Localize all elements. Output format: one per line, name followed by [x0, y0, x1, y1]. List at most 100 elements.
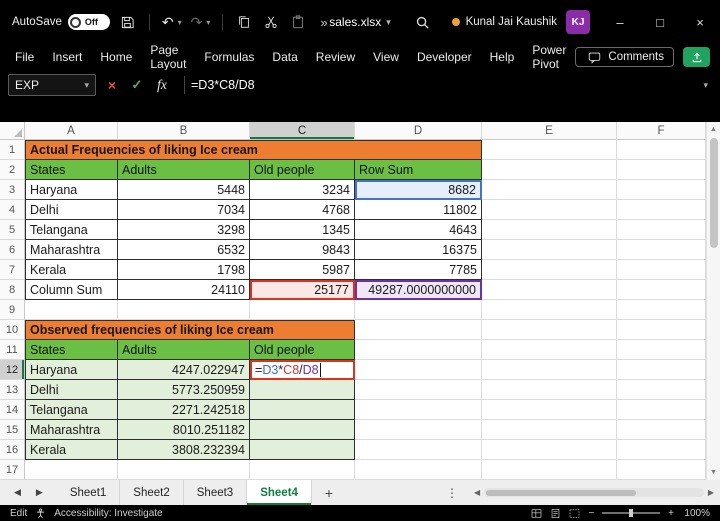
- row-header-1[interactable]: 1: [0, 140, 25, 160]
- name-box-dropdown-icon[interactable]: ▾: [84, 80, 89, 91]
- copy-icon[interactable]: [235, 12, 253, 32]
- cell-C3[interactable]: 3234: [250, 180, 355, 200]
- page-break-view-icon[interactable]: [569, 508, 580, 519]
- cell-D3[interactable]: 8682: [355, 180, 482, 200]
- column-header-e[interactable]: E: [482, 122, 617, 140]
- undo-button[interactable]: ↶: [162, 15, 174, 29]
- cell-F9[interactable]: [617, 300, 706, 320]
- cell-C7[interactable]: 5987: [250, 260, 355, 280]
- cell-C11[interactable]: Old people: [250, 340, 355, 360]
- cell-E13[interactable]: [482, 380, 617, 400]
- scroll-up-icon[interactable]: ▲: [710, 125, 717, 134]
- cell-E7[interactable]: [482, 260, 617, 280]
- paste-icon[interactable]: [289, 12, 307, 32]
- close-button[interactable]: ×: [680, 0, 720, 44]
- cut-icon[interactable]: [262, 12, 280, 32]
- formula-input[interactable]: =D3*C8/D8: [191, 70, 699, 100]
- cell-C9[interactable]: [250, 300, 355, 320]
- cell-B6[interactable]: 6532: [118, 240, 250, 260]
- cell-A11[interactable]: States: [25, 340, 118, 360]
- cell-F5[interactable]: [617, 220, 706, 240]
- more-commands-icon[interactable]: »: [320, 15, 327, 30]
- row-header-17[interactable]: 17: [0, 460, 25, 480]
- row-header-10[interactable]: 10: [0, 320, 25, 340]
- maximize-button[interactable]: □: [640, 0, 680, 44]
- cancel-button[interactable]: ×: [101, 74, 123, 96]
- zoom-level[interactable]: 100%: [682, 508, 710, 519]
- vertical-scrollbar[interactable]: ▲ ▼: [706, 122, 720, 480]
- row-header-16[interactable]: 16: [0, 440, 25, 460]
- cell-E2[interactable]: [482, 160, 617, 180]
- cell-E8[interactable]: [482, 280, 617, 300]
- formula-bar-expand-icon[interactable]: ▾: [699, 80, 712, 91]
- cell-F10[interactable]: [617, 320, 706, 340]
- cell-D2[interactable]: Row Sum: [355, 160, 482, 180]
- cell-D8[interactable]: 49287.0000000000: [355, 280, 482, 300]
- cell-B14[interactable]: 2271.242518: [118, 400, 250, 420]
- cell-D17[interactable]: [355, 460, 482, 480]
- cell-F1[interactable]: [617, 140, 706, 160]
- document-title-menu[interactable]: sales.xlsx ▾: [329, 0, 391, 44]
- sheet-tab-sheet3[interactable]: Sheet3: [184, 480, 248, 505]
- cell-F3[interactable]: [617, 180, 706, 200]
- zoom-out-icon[interactable]: −: [588, 508, 594, 519]
- cell-D4[interactable]: 11802: [355, 200, 482, 220]
- scroll-down-icon[interactable]: ▼: [710, 468, 717, 477]
- redo-dropdown-icon[interactable]: ▾: [206, 18, 210, 27]
- cell-E1[interactable]: [482, 140, 617, 160]
- column-header-f[interactable]: F: [617, 122, 706, 140]
- cell-E10[interactable]: [482, 320, 617, 340]
- hscroll-right-icon[interactable]: ▶: [708, 488, 714, 497]
- sheet-tab-sheet1[interactable]: Sheet1: [57, 480, 121, 505]
- zoom-slider-knob[interactable]: [629, 509, 634, 517]
- ribbon-tab-view[interactable]: View: [364, 44, 408, 70]
- ribbon-tab-developer[interactable]: Developer: [408, 44, 481, 70]
- cell-E15[interactable]: [482, 420, 617, 440]
- cell-E12[interactable]: [482, 360, 617, 380]
- ribbon-tab-help[interactable]: Help: [481, 44, 524, 70]
- cell-D14[interactable]: [355, 400, 482, 420]
- cell-A12[interactable]: Haryana: [25, 360, 118, 380]
- column-header-c[interactable]: C: [250, 122, 355, 140]
- cell-D15[interactable]: [355, 420, 482, 440]
- cell-B12[interactable]: 4247.022947: [118, 360, 250, 380]
- cell-F12[interactable]: [617, 360, 706, 380]
- cell-B3[interactable]: 5448: [118, 180, 250, 200]
- cell-E4[interactable]: [482, 200, 617, 220]
- cell-A16[interactable]: Kerala: [25, 440, 118, 460]
- row-header-5[interactable]: 5: [0, 220, 25, 240]
- cell-F13[interactable]: [617, 380, 706, 400]
- column-header-a[interactable]: A: [25, 122, 118, 140]
- sheet-nav-right-icon[interactable]: ▶: [36, 487, 43, 498]
- cell-B5[interactable]: 3298: [118, 220, 250, 240]
- cell-D12[interactable]: [355, 360, 482, 380]
- cell-A14[interactable]: Telangana: [25, 400, 118, 420]
- row-header-7[interactable]: 7: [0, 260, 25, 280]
- cell-B17[interactable]: [118, 460, 250, 480]
- row-header-9[interactable]: 9: [0, 300, 25, 320]
- cell-B15[interactable]: 8010.251182: [118, 420, 250, 440]
- cell-B11[interactable]: Adults: [118, 340, 250, 360]
- cell-B8[interactable]: 24110: [118, 280, 250, 300]
- cell-A4[interactable]: Delhi: [25, 200, 118, 220]
- enter-button[interactable]: ✓: [126, 74, 148, 96]
- cell-E6[interactable]: [482, 240, 617, 260]
- row-header-11[interactable]: 11: [0, 340, 25, 360]
- cell-F14[interactable]: [617, 400, 706, 420]
- cell-E14[interactable]: [482, 400, 617, 420]
- cell-F6[interactable]: [617, 240, 706, 260]
- cell-A3[interactable]: Haryana: [25, 180, 118, 200]
- autosave-control[interactable]: AutoSave Off: [12, 14, 110, 30]
- autosave-toggle[interactable]: Off: [67, 14, 110, 30]
- cell-D10[interactable]: [355, 320, 482, 340]
- cell-B7[interactable]: 1798: [118, 260, 250, 280]
- cell-C16[interactable]: [250, 440, 355, 460]
- cell-E3[interactable]: [482, 180, 617, 200]
- cell-C17[interactable]: [250, 460, 355, 480]
- status-mode[interactable]: Edit: [10, 508, 27, 519]
- cell-D13[interactable]: [355, 380, 482, 400]
- cell-B2[interactable]: Adults: [118, 160, 250, 180]
- undo-dropdown-icon[interactable]: ▾: [178, 18, 182, 27]
- row-header-8[interactable]: 8: [0, 280, 25, 300]
- cell-F2[interactable]: [617, 160, 706, 180]
